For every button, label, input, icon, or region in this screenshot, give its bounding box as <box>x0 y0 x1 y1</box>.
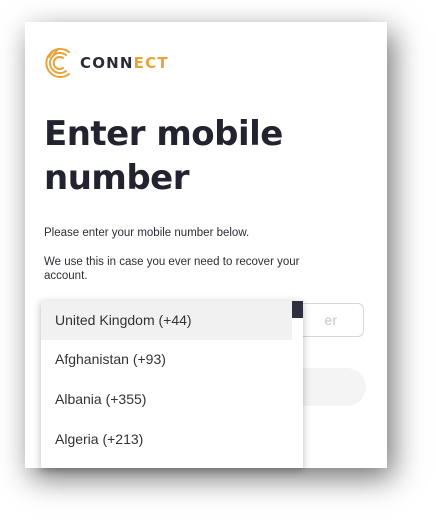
recovery-note-text: We use this in case you ever need to rec… <box>44 256 300 282</box>
country-option-albania[interactable]: Albania (+355) <box>41 380 292 419</box>
page-title-line-2: number <box>44 158 190 198</box>
connect-logo-icon <box>45 48 70 78</box>
dropdown-scrollbar-thumb[interactable] <box>292 301 303 318</box>
country-option-algeria[interactable]: Algeria (+213) <box>41 420 292 459</box>
page-title: Enter mobile number <box>44 112 344 200</box>
country-option-afghanistan[interactable]: Afghanistan (+93) <box>41 340 292 379</box>
page-title-line-1: Enter mobile <box>44 114 283 154</box>
country-option-united-kingdom[interactable]: United Kingdom (+44) <box>41 301 292 340</box>
brand-name: CONNECT <box>80 54 169 72</box>
country-code-dropdown[interactable]: United Kingdom (+44) Afghanistan (+93) A… <box>41 301 303 468</box>
brand-logo: CONNECT <box>44 46 169 80</box>
instruction-text: Please enter your mobile number below. <box>44 227 250 239</box>
